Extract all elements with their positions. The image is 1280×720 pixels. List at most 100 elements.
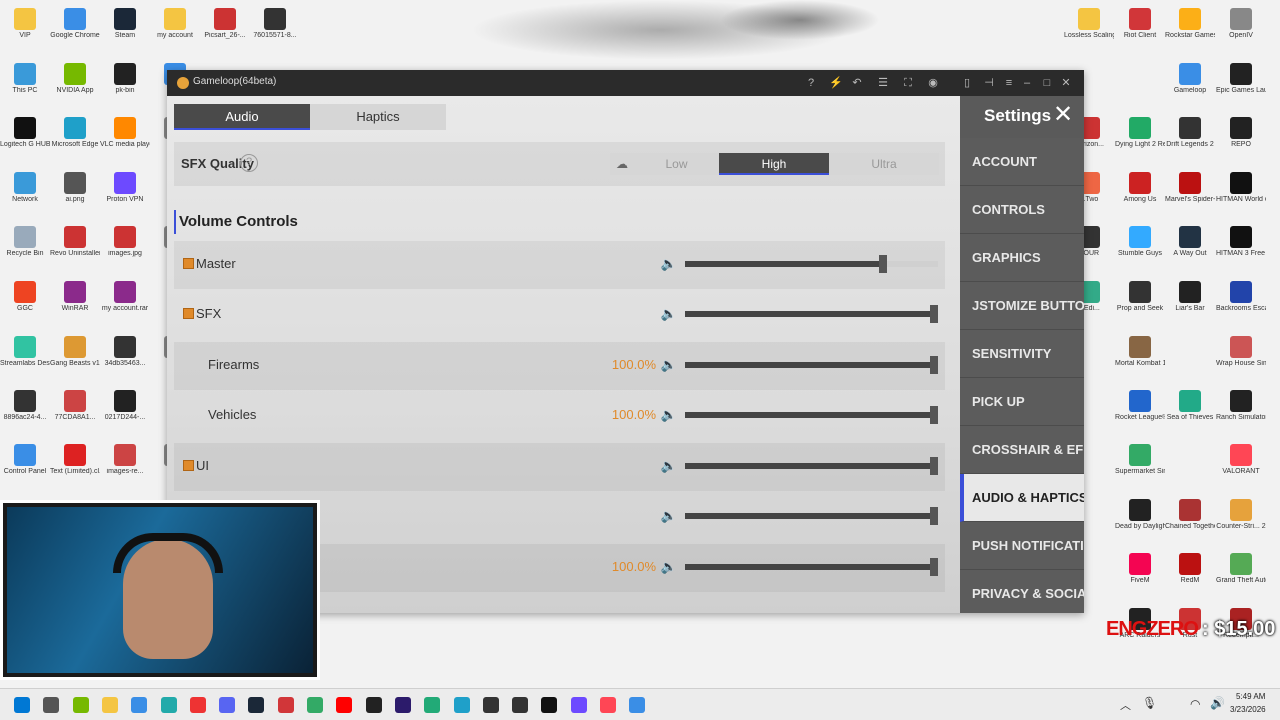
sidebar-item[interactable]: AUDIO & HAPTICS [960, 474, 1084, 522]
desktop-icon[interactable]: 8896ac24-4... [0, 386, 50, 436]
discord-icon[interactable] [219, 697, 236, 713]
settings-close-icon[interactable]: ✕ [1050, 102, 1076, 128]
desktop-icon[interactable]: images.jpg [100, 222, 150, 272]
sidebar-item[interactable]: GRAPHICS [960, 234, 1084, 282]
desktop-icon[interactable]: ai.png [50, 168, 100, 218]
sidebar-item[interactable]: CONTROLS [960, 186, 1084, 234]
desktop-icon[interactable]: Mortal Kombat 11 [1115, 332, 1165, 382]
keyboard-icon[interactable]: ☰ [875, 75, 891, 91]
desktop-icon[interactable]: Prop and Seek [1115, 277, 1165, 327]
gameloop-icon[interactable] [629, 697, 646, 713]
desktop-icon[interactable]: pk-bin [100, 59, 150, 109]
quality-option-low[interactable]: Low [634, 153, 719, 175]
desktop-icon[interactable]: Control Panel [0, 440, 50, 490]
desktop-icon[interactable]: Steam [100, 4, 150, 54]
premiere-icon[interactable] [394, 697, 411, 713]
tray-wifi-icon[interactable]: ◠ [1190, 697, 1200, 711]
desktop-icon[interactable]: Rocket League® [1115, 386, 1165, 436]
boost-icon[interactable]: ⚡ [828, 75, 844, 91]
speaker-icon[interactable]: 🔈 [660, 255, 678, 273]
desktop-icon[interactable]: WinRAR [50, 277, 100, 327]
gamepad-icon[interactable]: ◉ [925, 75, 941, 91]
desktop-icon[interactable]: Logitech G HUB [0, 113, 50, 163]
desktop-icon[interactable]: VIP [0, 4, 50, 54]
desktop-icon[interactable]: Epic Games Launcher [1216, 59, 1266, 109]
desktop-icon[interactable]: HITMAN World of As... [1216, 168, 1266, 218]
sidebar-item[interactable]: PRIVACY & SOCIAL [960, 570, 1084, 613]
desktop-icon[interactable]: Recycle Bin [0, 222, 50, 272]
speaker-icon[interactable]: 🔈 [660, 457, 678, 475]
tray-mic-icon[interactable]: 🎙 [1142, 696, 1157, 710]
desktop-icon[interactable]: Grand Theft Auto V Le... [1216, 549, 1266, 599]
desktop-icon[interactable]: RedM [1165, 549, 1215, 599]
desktop-icon[interactable]: Revo Uninstaller [50, 222, 100, 272]
minimize-icon[interactable]: – [1019, 75, 1035, 91]
volume-slider[interactable] [685, 507, 938, 525]
desktop-icon[interactable]: Drift Legends 2 [1165, 113, 1215, 163]
volume-slider[interactable] [685, 255, 938, 273]
windows-start-icon[interactable] [14, 697, 30, 713]
desktop-icon[interactable]: Gang Beasts v1.26.1404... [50, 332, 100, 382]
clock-date[interactable]: 3/23/2026 [1230, 705, 1266, 714]
help-icon[interactable]: ? [803, 75, 819, 91]
close-icon[interactable]: ✕ [1058, 75, 1074, 91]
obs-icon[interactable] [482, 697, 499, 713]
desktop-icon[interactable]: VALORANT [1216, 440, 1266, 490]
sidebar-item[interactable]: ACCOUNT [960, 138, 1084, 186]
gamepad-icon[interactable] [307, 697, 323, 713]
undo-icon[interactable]: ↶ [849, 75, 865, 91]
pin-icon[interactable]: ⊣ [981, 75, 997, 91]
desktop-icon[interactable]: Streamlabs Desktop [0, 332, 50, 382]
desktop-icon[interactable]: Sea of Thieves [1165, 386, 1215, 436]
desktop-icon[interactable]: Liar's Bar [1165, 277, 1215, 327]
desktop-icon[interactable]: Among Us [1115, 168, 1165, 218]
fullscreen-icon[interactable]: ⛶ [900, 75, 916, 91]
volume-slider[interactable] [685, 406, 938, 424]
desktop-icon[interactable]: REPO [1216, 113, 1266, 163]
desktop-icon[interactable]: Chained Together [1165, 495, 1215, 545]
tab-haptics[interactable]: Haptics [310, 104, 446, 130]
desktop-icon[interactable]: A Way Out [1165, 222, 1215, 272]
speaker-icon[interactable]: 🔈 [660, 406, 678, 424]
desktop-icon[interactable]: Google Chrome [50, 4, 100, 54]
desktop-icon[interactable]: Marvel's Spider-M... [1165, 168, 1215, 218]
desktop-icon[interactable]: OpenIV [1216, 4, 1266, 54]
sidebar-item[interactable]: JSTOMIZE BUTTONS [960, 282, 1084, 330]
volume-slider[interactable] [685, 457, 938, 475]
valorant-icon[interactable] [600, 697, 616, 713]
volume-slider-handle[interactable] [930, 305, 938, 323]
maximize-icon[interactable]: □ [1039, 75, 1055, 91]
desktop-icon[interactable]: Supermarket Simulator... [1115, 440, 1165, 490]
desktop-icon[interactable]: Wrap House Simulator... [1216, 332, 1266, 382]
speaker-icon[interactable]: 🔈 [660, 356, 678, 374]
desktop-icon[interactable]: Counter-Stri... 2 [1216, 495, 1266, 545]
desktop-icon[interactable]: Microsoft Edge [50, 113, 100, 163]
volume-slider-handle[interactable] [930, 507, 938, 525]
volume-slider[interactable] [685, 305, 938, 323]
desktop-icon[interactable]: NVIDIA App [50, 59, 100, 109]
desktop-icon[interactable]: Proton VPN [100, 168, 150, 218]
desktop-icon[interactable]: Picsart_26-... [200, 4, 250, 54]
steam-icon[interactable] [248, 697, 265, 713]
desktop-icon[interactable]: Riot Client [1115, 4, 1165, 54]
snipping-tool-icon[interactable] [160, 697, 177, 713]
desktop-icon[interactable]: images-re... [100, 440, 150, 490]
desktop-icon[interactable]: Ranch Simulator [1216, 386, 1266, 436]
cloud-download-icon[interactable]: ☁ [610, 153, 634, 175]
desktop-icon[interactable]: Dying Light 2 Reloaded E... [1115, 113, 1165, 163]
sidebar-item[interactable]: PUSH NOTIFICATION [960, 522, 1084, 570]
tab-audio[interactable]: Audio [174, 104, 310, 130]
help-circle-icon[interactable]: ? [240, 154, 258, 172]
quality-option-high[interactable]: High [719, 153, 829, 175]
volume-slider-handle[interactable] [930, 356, 938, 374]
desktop-icon[interactable]: Rockstar Games ... [1165, 4, 1215, 54]
powershell-icon[interactable] [424, 697, 441, 713]
desktop-icon[interactable]: my account.rar [100, 277, 150, 327]
desktop-icon[interactable]: Network [0, 168, 50, 218]
desktop-icon[interactable]: my account [150, 4, 200, 54]
tray-speaker-icon[interactable]: 🔊 [1210, 696, 1225, 710]
desktop-icon[interactable]: Stumble Guys [1115, 222, 1165, 272]
youtube-icon[interactable] [336, 697, 353, 713]
desktop-icon[interactable]: Backrooms Escape To... [1216, 277, 1266, 327]
desktop-icon[interactable]: Lossless Scaling [1064, 4, 1114, 54]
